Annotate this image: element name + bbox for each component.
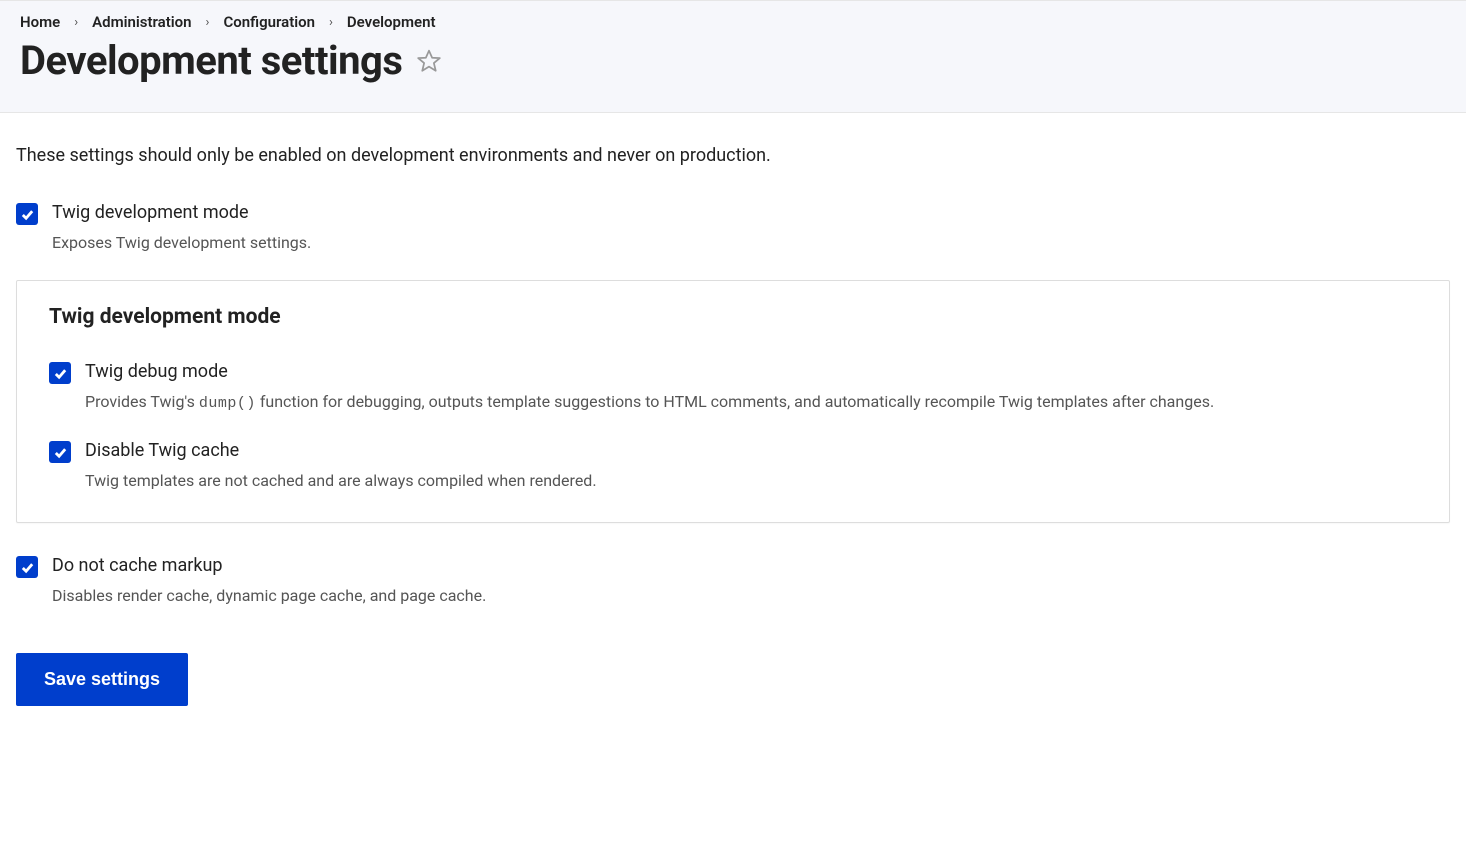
option-no-cache-markup: Do not cache markup Disables render cach… [16,555,1450,605]
option-twig-debug: Twig debug mode Provides Twig's dump() f… [49,361,1417,412]
desc-twig-dev-mode: Exposes Twig development settings. [52,233,1450,252]
breadcrumb: Home › Administration › Configuration › … [20,13,1446,31]
save-button[interactable]: Save settings [16,653,188,706]
breadcrumb-configuration[interactable]: Configuration [223,13,315,31]
page-title: Development settings [20,37,402,84]
option-twig-dev-mode: Twig development mode Exposes Twig devel… [16,202,1450,252]
chevron-right-icon: › [74,15,78,30]
desc-no-cache-markup: Disables render cache, dynamic page cach… [52,586,1450,605]
intro-text: These settings should only be enabled on… [16,145,1450,166]
checkbox-twig-debug[interactable] [49,362,71,384]
checkbox-twig-dev-mode[interactable] [16,203,38,225]
checkbox-twig-cache-disable[interactable] [49,441,71,463]
breadcrumb-development[interactable]: Development [347,13,436,31]
desc-twig-cache-disable: Twig templates are not cached and are al… [85,471,1417,490]
chevron-right-icon: › [329,15,333,30]
breadcrumb-administration[interactable]: Administration [92,13,191,31]
chevron-right-icon: › [206,15,210,30]
fieldset-twig-dev-mode: Twig development mode Twig debug mode Pr… [16,280,1450,523]
header-region: Home › Administration › Configuration › … [0,0,1466,113]
desc-twig-debug-post: function for debugging, outputs template… [256,392,1214,411]
desc-twig-debug: Provides Twig's dump() function for debu… [85,392,1417,412]
label-twig-dev-mode[interactable]: Twig development mode [52,202,249,223]
label-no-cache-markup[interactable]: Do not cache markup [52,555,223,576]
star-icon[interactable] [416,48,442,74]
page-title-row: Development settings [20,37,1446,84]
label-twig-debug[interactable]: Twig debug mode [85,361,228,382]
content-region: These settings should only be enabled on… [0,113,1466,746]
checkbox-no-cache-markup[interactable] [16,556,38,578]
label-twig-cache-disable[interactable]: Disable Twig cache [85,440,239,461]
breadcrumb-home[interactable]: Home [20,13,60,31]
code-dump: dump() [199,395,256,412]
fieldset-title: Twig development mode [49,305,1417,329]
desc-twig-debug-pre: Provides Twig's [85,392,199,411]
option-twig-cache-disable: Disable Twig cache Twig templates are no… [49,440,1417,490]
